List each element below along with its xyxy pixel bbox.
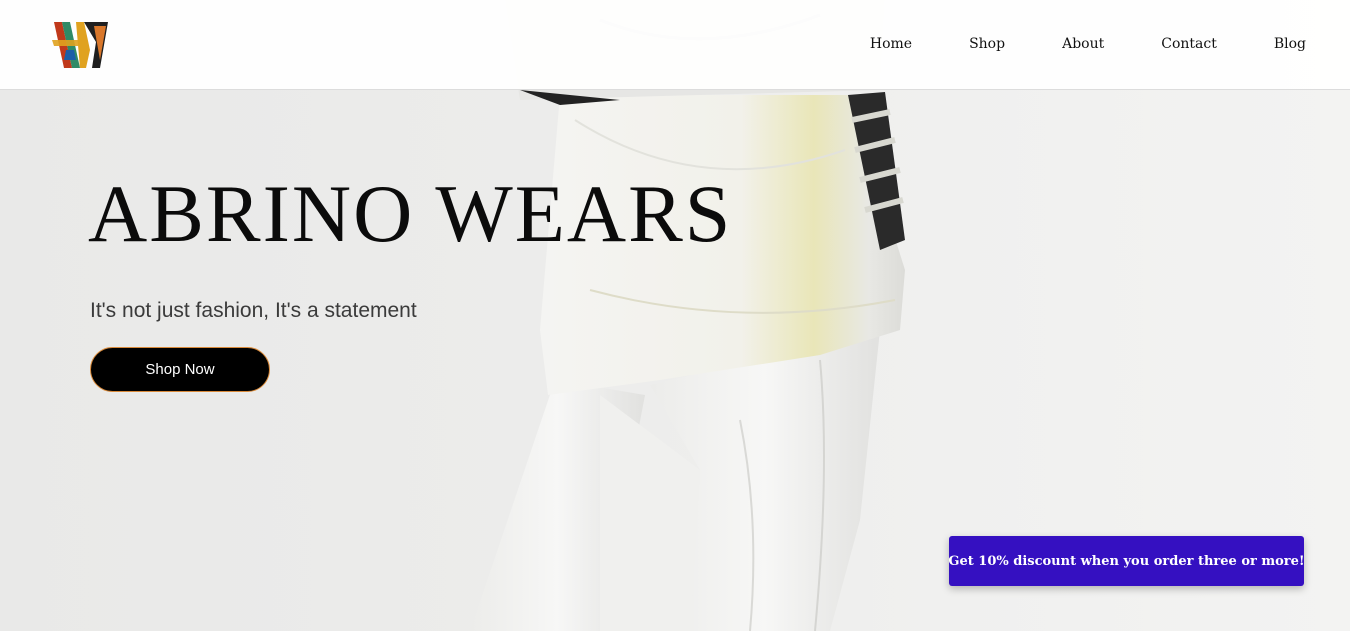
main-navigation: Home Shop About Contact Blog	[813, 34, 1306, 54]
shop-now-button[interactable]: Shop Now	[90, 347, 270, 392]
hero-subtitle: It's not just fashion, It's a statement	[90, 299, 417, 322]
nav-link-about[interactable]: About	[1062, 34, 1104, 54]
hero-title: ABRINO WEARS	[88, 168, 733, 259]
nav-link-home[interactable]: Home	[870, 34, 912, 54]
discount-banner-button[interactable]: Get 10% discount when you order three or…	[948, 536, 1305, 586]
aw-monogram-logo[interactable]	[50, 20, 112, 72]
nav-link-contact[interactable]: Contact	[1161, 34, 1217, 54]
landing-page: Home Shop About Contact Blog ABRINO WEAR…	[0, 0, 1350, 631]
nav-link-shop[interactable]: Shop	[969, 34, 1005, 54]
site-header: Home Shop About Contact Blog	[0, 0, 1350, 90]
nav-link-blog[interactable]: Blog	[1274, 34, 1306, 54]
